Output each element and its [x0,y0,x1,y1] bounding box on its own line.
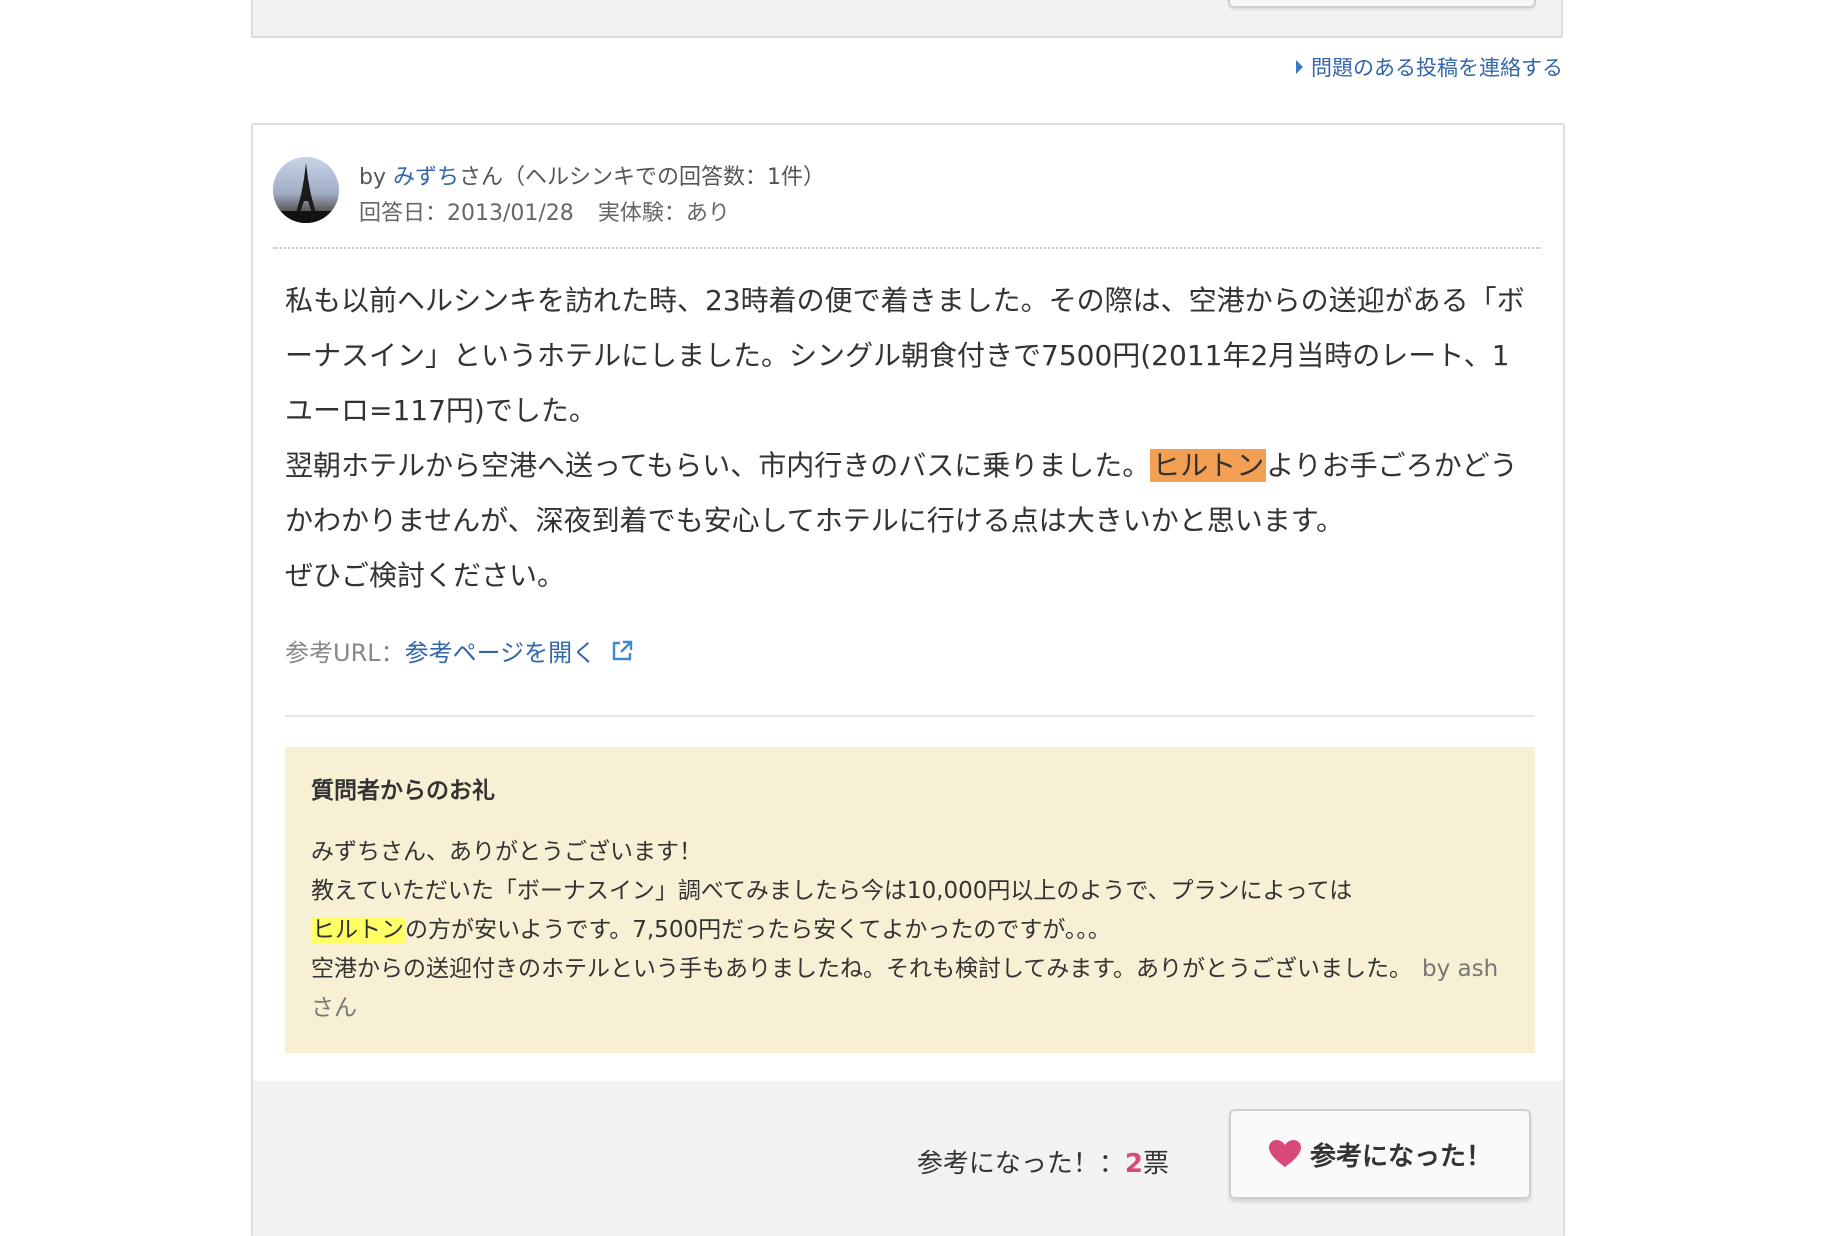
triangle-right-icon [1296,60,1303,74]
answer-card: by みずちさん（ヘルシンキでの回答数：1件） 回答日：2013/01/28 実体… [251,123,1565,1236]
questioner-thanks-box: 質問者からのお礼 みずちさん、ありがとうございます！ 教えていただいた「ボーナス… [285,747,1535,1053]
report-post-link[interactable]: 問題のある投稿を連絡する [1296,52,1563,82]
divider [285,715,1535,717]
vote-count-unit: 票 [1142,1149,1169,1179]
helpful-vote-button[interactable]: 参考になった！ [1229,1109,1531,1199]
vote-bar: 参考になった！：2票 参考になった！ [253,1081,1563,1236]
answer-body-text: ぜひご検討ください。 [285,559,566,592]
keyword-highlight: ヒルトン [311,917,405,943]
author-name-link[interactable]: みずち [393,165,459,190]
reference-url: 参考URL： 参考ページを開く [285,633,634,668]
answer-body-text: 翌朝ホテルから空港へ送ってもらい、市内行きのバスに乗りました。 [285,449,1151,482]
answer-date: 回答日：2013/01/28 [359,201,574,226]
external-link-icon[interactable] [610,639,634,663]
answer-meta: 回答日：2013/01/28 実体験：あり [359,195,730,227]
keyword-highlight: ヒルトン [1150,449,1267,482]
thanks-line: 空港からの送迎付きのホテルという手もありましたね。それも検討してみます。ありがと… [311,956,1413,982]
heart-icon [1268,1140,1301,1167]
reference-url-link[interactable]: 参考ページを開く [405,633,597,668]
thanks-line: 教えていただいた「ボーナスイン」調べてみましたら今は10,000円以上のようで、… [311,878,1353,904]
page: 問題のある投稿を連絡する by みずちさん（ヘルシンキでの回答数：1件） 回答日… [0,0,1826,1236]
previous-vote-button[interactable] [1228,0,1536,8]
author-line: by みずちさん（ヘルシンキでの回答数：1件） [359,159,825,191]
answer-author-header: by みずちさん（ヘルシンキでの回答数：1件） 回答日：2013/01/28 実体… [273,155,1541,249]
vote-count: 参考になった！：2票 [917,1143,1169,1180]
vote-count-label: 参考になった！： [916,1149,1125,1179]
answer-body: 私も以前ヘルシンキを訪れた時、23時着の便で着きました。その際は、空港からの送迎… [285,273,1535,603]
author-prefix: by [359,165,393,190]
eiffel-tower-icon [273,157,339,223]
answer-experience: 実体験：あり [597,201,730,226]
avatar[interactable] [273,157,339,223]
thanks-title: 質問者からのお礼 [311,778,495,804]
thanks-line: みずちさん、ありがとうございます！ [311,839,702,865]
report-post-label: 問題のある投稿を連絡する [1311,56,1563,80]
answer-body-text: 私も以前ヘルシンキを訪れた時、23時着の便で着きました。その際は、空港からの送迎… [285,284,1525,427]
thanks-line: の方が安いようです。7,500円だったら安くてよかったのですが。。。 [405,917,1111,943]
reference-url-label: 参考URL： [285,639,405,667]
vote-count-number: 2 [1124,1149,1143,1179]
thanks-text: みずちさん、ありがとうございます！ 教えていただいた「ボーナスイン」調べてみまし… [311,833,1509,1028]
author-answer-count: さん（ヘルシンキでの回答数：1件） [459,165,825,190]
helpful-vote-button-label: 参考になった！ [1309,1141,1492,1172]
